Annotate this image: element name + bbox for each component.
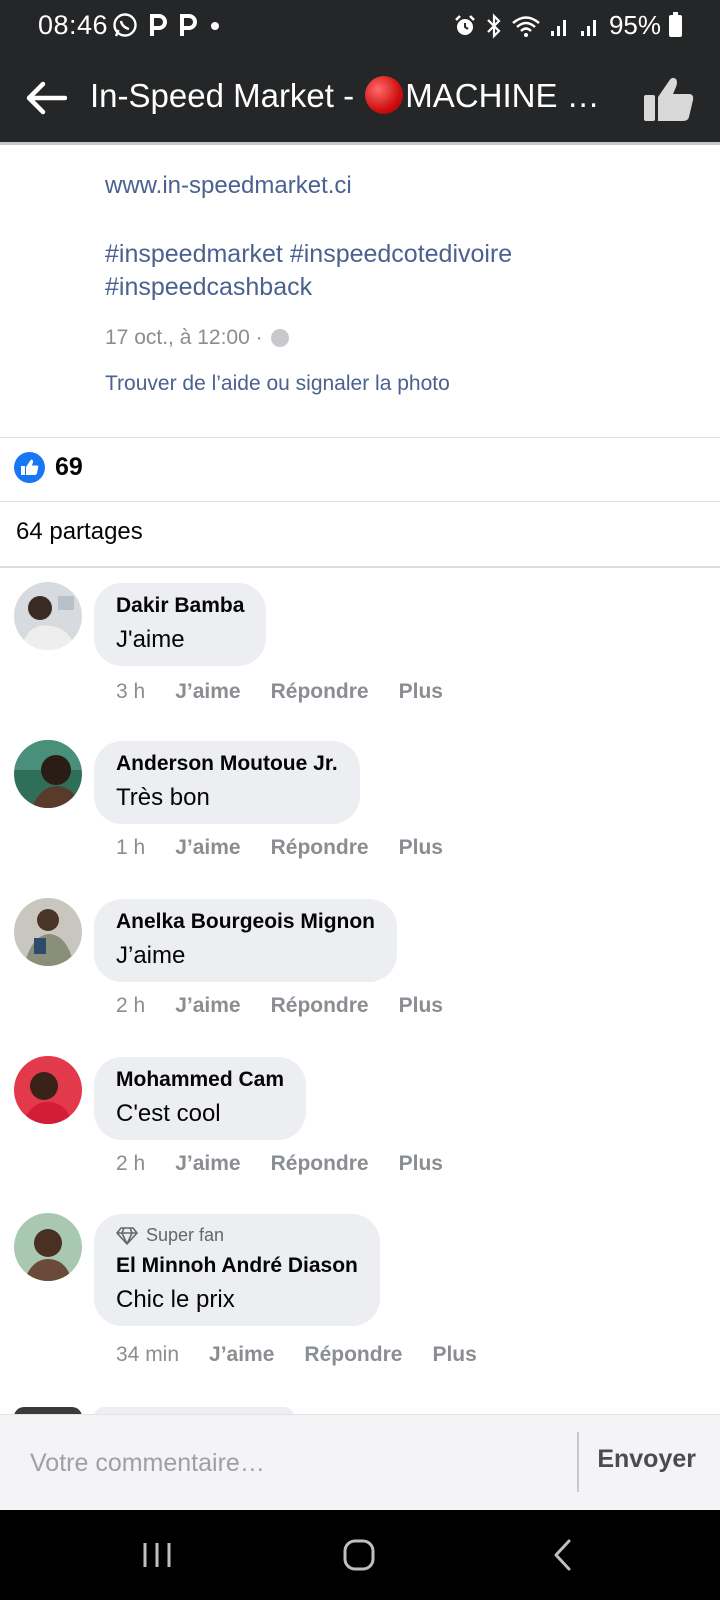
recent-apps-icon: [143, 1543, 171, 1567]
thumbs-up-icon: [644, 77, 694, 121]
reactions-summary[interactable]: 69: [14, 452, 83, 483]
comment-bubble[interactable]: Anderson Moutoue Jr. Très bon: [94, 741, 360, 824]
comment-text: Très bon: [116, 784, 210, 811]
post-hashtags[interactable]: #inspeedmarket #inspeedcotedivoire #insp…: [105, 238, 665, 304]
bluetooth-icon: [487, 12, 501, 39]
home-button[interactable]: [334, 1532, 384, 1578]
post-link[interactable]: www.in-speedmarket.ci: [105, 172, 352, 200]
whatsapp-icon: [113, 13, 137, 37]
comment-reply-button[interactable]: Répondre: [271, 836, 369, 860]
comment-author[interactable]: Anderson Moutoue Jr.: [116, 752, 338, 776]
super-fan-badge[interactable]: Super fan: [116, 1225, 358, 1246]
status-time: 08:46: [38, 10, 109, 40]
dot-icon: [211, 22, 219, 30]
comment-like-button[interactable]: J’aime: [175, 994, 240, 1018]
avatar[interactable]: [14, 582, 82, 650]
comment-reply-button[interactable]: Répondre: [271, 1152, 369, 1176]
alarm-icon: [455, 14, 475, 35]
comment-composer: Envoyer: [0, 1414, 720, 1510]
comment-time: 1 h: [116, 836, 146, 859]
comment-actions: 34 min J’aime Répondre Plus: [116, 1343, 477, 1367]
help-report-link[interactable]: Trouver de l’aide ou signaler la photo: [105, 372, 450, 396]
like-page-button[interactable]: [640, 72, 698, 126]
comment-time: 2 h: [116, 994, 146, 1017]
comment-author[interactable]: El Minnoh André Diason: [116, 1254, 358, 1278]
battery-percent: 95%: [608, 10, 661, 40]
divider: [0, 501, 720, 502]
comment-reply-button[interactable]: Répondre: [271, 680, 369, 704]
post-meta: 17 oct., à 12:00 ·: [105, 326, 289, 350]
diamond-icon: [116, 1226, 138, 1245]
comment-time: 34 min: [116, 1343, 180, 1366]
comment-reply-button[interactable]: Répondre: [271, 994, 369, 1018]
comment-text: J’aime: [116, 942, 186, 969]
avatar[interactable]: [14, 1213, 82, 1281]
composer-divider: [577, 1432, 579, 1492]
comment-more-button[interactable]: Plus: [399, 836, 443, 860]
p-icon: [180, 14, 197, 36]
avatar[interactable]: [14, 740, 82, 808]
like-reaction-icon: [14, 452, 45, 483]
notification-icons: [112, 12, 222, 38]
post-date: 17 oct., à 12:00 ·: [105, 326, 263, 349]
comment-actions: 1 h J’aime Répondre Plus: [116, 836, 443, 860]
signal-icon: [550, 19, 566, 36]
divider: [0, 437, 720, 438]
comment-input[interactable]: [30, 1443, 550, 1483]
avatar[interactable]: [14, 898, 82, 966]
comment-time: 3 h: [116, 680, 146, 703]
comment-more-button[interactable]: Plus: [399, 994, 443, 1018]
comment-author[interactable]: Anelka Bourgeois Mignon: [116, 910, 375, 934]
comment-more-button[interactable]: Plus: [399, 680, 443, 704]
home-icon: [343, 1539, 375, 1571]
recent-apps-button[interactable]: [132, 1532, 182, 1578]
arrow-left-icon: [26, 81, 67, 115]
avatar[interactable]: [14, 1056, 82, 1124]
shares-count[interactable]: 64 partages: [16, 518, 143, 546]
comment-actions: 2 h J’aime Répondre Plus: [116, 994, 443, 1018]
app-bar: In-Speed Market - MACHINE À ...: [0, 52, 720, 145]
divider: [0, 566, 720, 568]
status-right: 95%: [453, 10, 682, 41]
system-nav-bar: [0, 1510, 720, 1600]
page-title: In-Speed Market - MACHINE À ...: [90, 74, 620, 118]
comment-time: 2 h: [116, 1152, 146, 1175]
comment-bubble[interactable]: Mohammed Cam C'est cool: [94, 1057, 307, 1140]
globe-icon: [270, 329, 289, 347]
chevron-left-icon: [554, 1539, 571, 1571]
comment-reply-button[interactable]: Répondre: [304, 1343, 402, 1367]
red-circle-icon: [365, 76, 404, 114]
signal-icon: [580, 19, 596, 36]
comment-text: J'aime: [116, 626, 185, 653]
wifi-icon: [512, 15, 540, 37]
comment-text: Chic le prix: [116, 1286, 235, 1313]
comment-more-button[interactable]: Plus: [399, 1152, 443, 1176]
back-button[interactable]: [22, 74, 70, 122]
comment-actions: 3 h J’aime Répondre Plus: [116, 680, 443, 704]
badge-label: Super fan: [146, 1225, 225, 1245]
comment-like-button[interactable]: J’aime: [175, 680, 240, 704]
comment-author[interactable]: Mohammed Cam: [116, 1068, 284, 1092]
comment-bubble[interactable]: Super fan El Minnoh André Diason Chic le…: [94, 1214, 380, 1326]
comment-more-button[interactable]: Plus: [432, 1343, 476, 1367]
comment-bubble[interactable]: Anelka Bourgeois Mignon J’aime: [94, 899, 398, 982]
comment-like-button[interactable]: J’aime: [175, 836, 240, 860]
p-icon: [150, 14, 167, 36]
comment-bubble[interactable]: Dakir Bamba J'aime: [94, 583, 267, 666]
comment-like-button[interactable]: J’aime: [175, 1152, 240, 1176]
comment-text: C'est cool: [116, 1100, 221, 1127]
title-suffix: MACHINE À ...: [405, 77, 620, 114]
title-prefix: In-Speed Market -: [90, 77, 364, 114]
back-nav-button[interactable]: [538, 1532, 588, 1578]
status-bar: 08:46 95%: [0, 0, 720, 52]
reaction-count: 69: [55, 453, 83, 481]
comment-actions: 2 h J’aime Répondre Plus: [116, 1152, 443, 1176]
comment-like-button[interactable]: J’aime: [209, 1343, 274, 1367]
comment-author[interactable]: Dakir Bamba: [116, 594, 244, 618]
send-button[interactable]: Envoyer: [597, 1445, 696, 1474]
battery-icon: [669, 11, 682, 37]
